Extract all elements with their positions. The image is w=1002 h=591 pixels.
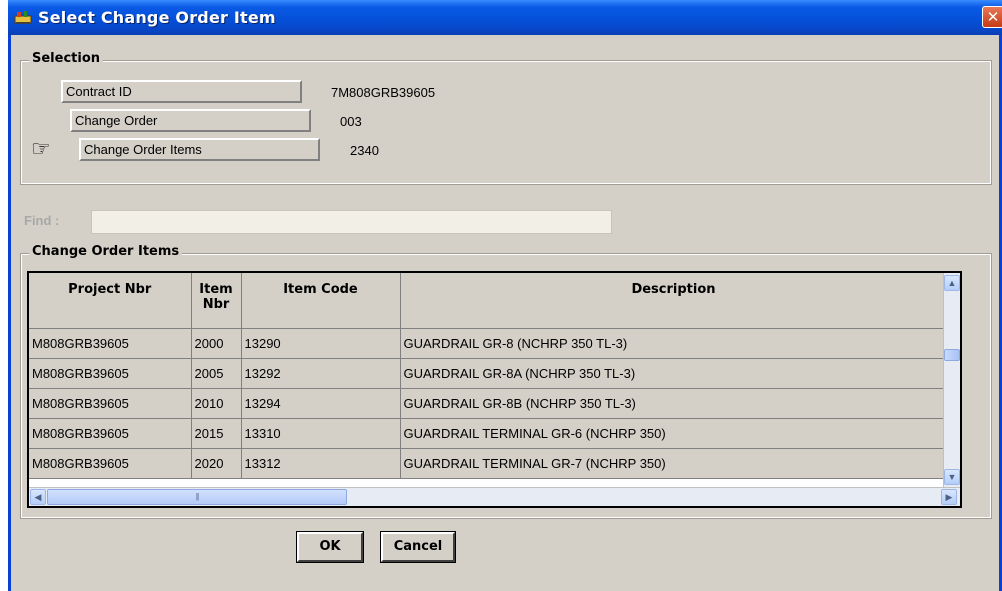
description-cell: GUARDRAIL GR-8A (NCHRP 350 TL-3) bbox=[400, 358, 948, 389]
table-row[interactable]: M808GRB39605 2015 13310 GUARDRAIL TERMIN… bbox=[29, 418, 960, 449]
scroll-up-button[interactable]: ▲ bbox=[944, 275, 960, 291]
column-header-item-nbr[interactable]: Item Nbr bbox=[191, 273, 242, 329]
vertical-scroll-thumb[interactable] bbox=[944, 349, 960, 361]
item-code-cell: 13290 bbox=[241, 328, 401, 359]
project-nbr-cell: M808GRB39605 bbox=[29, 418, 192, 449]
scroll-left-button[interactable]: ◀ bbox=[30, 489, 46, 505]
chevron-left-icon: ◀ bbox=[34, 492, 42, 502]
description-cell: GUARDRAIL GR-8 (NCHRP 350 TL-3) bbox=[400, 328, 948, 359]
items-table: Project Nbr Item Nbr Item Code Descripti… bbox=[29, 273, 960, 479]
items-group-label: Change Order Items bbox=[29, 244, 183, 259]
description-cell: GUARDRAIL GR-8B (NCHRP 350 TL-3) bbox=[400, 388, 948, 419]
find-label: Find : bbox=[24, 213, 60, 228]
item-nbr-cell: 2010 bbox=[191, 388, 242, 419]
change-order-items-value: 2340 bbox=[350, 143, 379, 158]
change-order-button[interactable]: Change Order bbox=[70, 109, 311, 132]
change-order-items-label: Change Order Items bbox=[84, 142, 202, 157]
table-row[interactable]: M808GRB39605 2020 13312 GUARDRAIL TERMIN… bbox=[29, 448, 960, 479]
item-nbr-cell: 2000 bbox=[191, 328, 242, 359]
table-row[interactable]: M808GRB39605 2000 13290 GUARDRAIL GR-8 (… bbox=[29, 328, 960, 359]
change-order-value: 003 bbox=[340, 114, 362, 129]
title-bar[interactable]: Select Change Order Item ✕ bbox=[8, 0, 1002, 35]
table-row[interactable]: M808GRB39605 2005 13292 GUARDRAIL GR-8A … bbox=[29, 358, 960, 389]
item-code-cell: 13292 bbox=[241, 358, 401, 389]
find-input[interactable] bbox=[91, 210, 612, 234]
column-header-project-nbr[interactable]: Project Nbr bbox=[29, 273, 192, 329]
grip-icon: ||| bbox=[195, 492, 199, 501]
column-header-description[interactable]: Description bbox=[400, 273, 948, 329]
item-code-cell: 13294 bbox=[241, 388, 401, 419]
contract-id-label: Contract ID bbox=[66, 84, 132, 99]
project-nbr-cell: M808GRB39605 bbox=[29, 388, 192, 419]
pointing-hand-icon: ☞ bbox=[31, 136, 51, 161]
item-code-cell: 13310 bbox=[241, 418, 401, 449]
close-icon: ✕ bbox=[986, 8, 1000, 26]
items-grid[interactable]: Project Nbr Item Nbr Item Code Descripti… bbox=[27, 271, 962, 508]
selection-group-label: Selection bbox=[29, 51, 104, 66]
project-nbr-cell: M808GRB39605 bbox=[29, 328, 192, 359]
horizontal-scroll-thumb[interactable]: ||| bbox=[47, 489, 347, 505]
project-nbr-cell: M808GRB39605 bbox=[29, 448, 192, 479]
item-nbr-cell: 2020 bbox=[191, 448, 242, 479]
table-header-row: Project Nbr Item Nbr Item Code Descripti… bbox=[29, 273, 960, 329]
item-nbr-cell: 2005 bbox=[191, 358, 242, 389]
scroll-down-button[interactable]: ▼ bbox=[944, 469, 960, 485]
horizontal-scrollbar[interactable]: ◀ ||| ▶ bbox=[29, 487, 960, 506]
close-button[interactable]: ✕ bbox=[982, 6, 1002, 28]
item-nbr-cell: 2015 bbox=[191, 418, 242, 449]
chevron-down-icon: ▼ bbox=[947, 472, 957, 482]
table-row[interactable]: M808GRB39605 2010 13294 GUARDRAIL GR-8B … bbox=[29, 388, 960, 419]
chevron-up-icon: ▲ bbox=[947, 278, 957, 288]
column-header-item-code[interactable]: Item Code bbox=[241, 273, 401, 329]
dialog-window: Select Change Order Item ✕ Selection Con… bbox=[8, 0, 1002, 591]
scroll-right-button[interactable]: ▶ bbox=[941, 489, 957, 505]
change-order-items-button[interactable]: Change Order Items bbox=[79, 138, 320, 161]
description-cell: GUARDRAIL TERMINAL GR-6 (NCHRP 350) bbox=[400, 418, 948, 449]
change-order-label: Change Order bbox=[75, 113, 158, 128]
vertical-scrollbar[interactable]: ▲ ▼ bbox=[943, 273, 960, 487]
ok-button[interactable]: OK bbox=[296, 531, 364, 563]
description-cell: GUARDRAIL TERMINAL GR-7 (NCHRP 350) bbox=[400, 448, 948, 479]
contract-id-value: 7M808GRB39605 bbox=[331, 85, 436, 100]
contract-id-button[interactable]: Contract ID bbox=[61, 80, 302, 103]
app-icon bbox=[14, 9, 32, 25]
project-nbr-cell: M808GRB39605 bbox=[29, 358, 192, 389]
window-title: Select Change Order Item bbox=[38, 8, 276, 27]
item-code-cell: 13312 bbox=[241, 448, 401, 479]
chevron-right-icon: ▶ bbox=[945, 492, 953, 502]
cancel-button[interactable]: Cancel bbox=[380, 531, 456, 563]
